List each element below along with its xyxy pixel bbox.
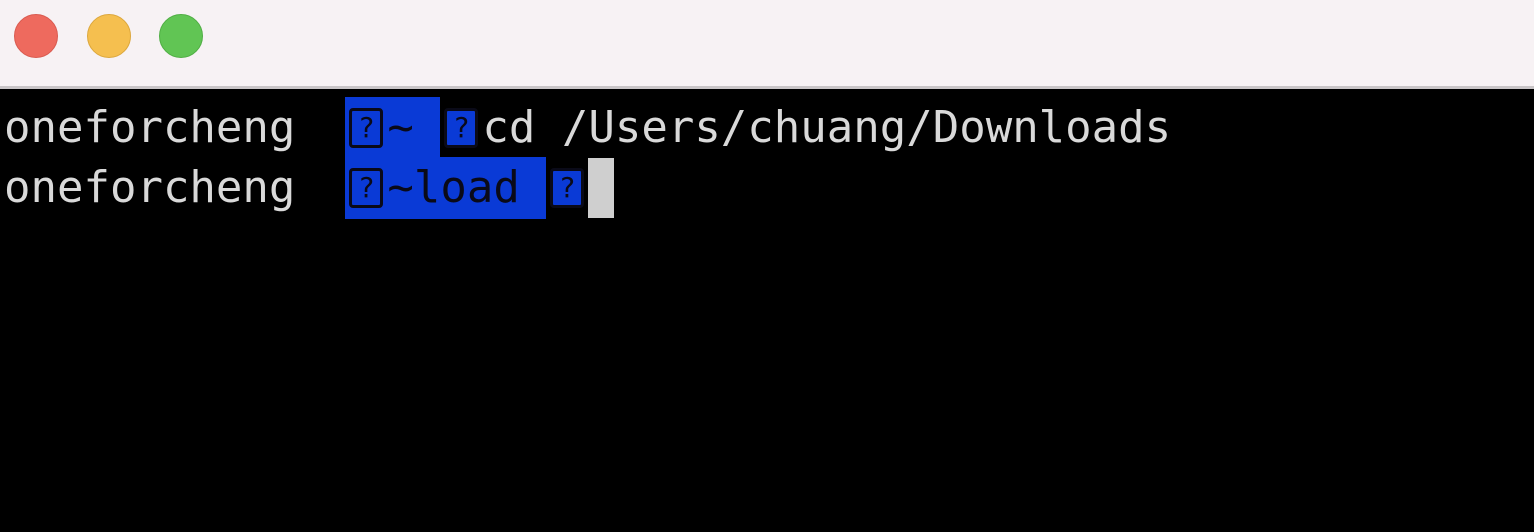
- terminal-line: oneforcheng? ~load ?: [4, 157, 615, 219]
- prompt-path: ~load: [387, 162, 547, 213]
- prompt-glyph-icon: ?: [444, 108, 479, 148]
- prompt-path-segment: ? ~load: [345, 157, 547, 219]
- prompt-path-segment: ? ~: [345, 97, 441, 159]
- prompt-user: oneforcheng: [4, 102, 296, 153]
- prompt-path: ~: [387, 102, 441, 153]
- close-window-button[interactable]: [14, 14, 58, 58]
- title-bar: [0, 0, 1534, 89]
- minimize-window-button[interactable]: [87, 14, 131, 58]
- prompt-glyph-icon: ?: [550, 168, 585, 208]
- terminal-line: oneforcheng? ~ ? cd /Users/chuang/Download…: [4, 97, 1171, 159]
- unknown-glyph-icon: ?: [349, 108, 384, 148]
- terminal-command: cd /Users/chuang/Downloads: [482, 102, 1172, 153]
- zoom-window-button[interactable]: [159, 14, 203, 58]
- prompt-user: oneforcheng: [4, 162, 296, 213]
- unknown-glyph-icon: ?: [349, 168, 384, 208]
- text-cursor: [588, 158, 615, 218]
- terminal-content[interactable]: oneforcheng? ~ ? cd /Users/chuang/Download…: [0, 89, 1534, 532]
- terminal-window: oneforcheng? ~ ? cd /Users/chuang/Download…: [0, 0, 1534, 532]
